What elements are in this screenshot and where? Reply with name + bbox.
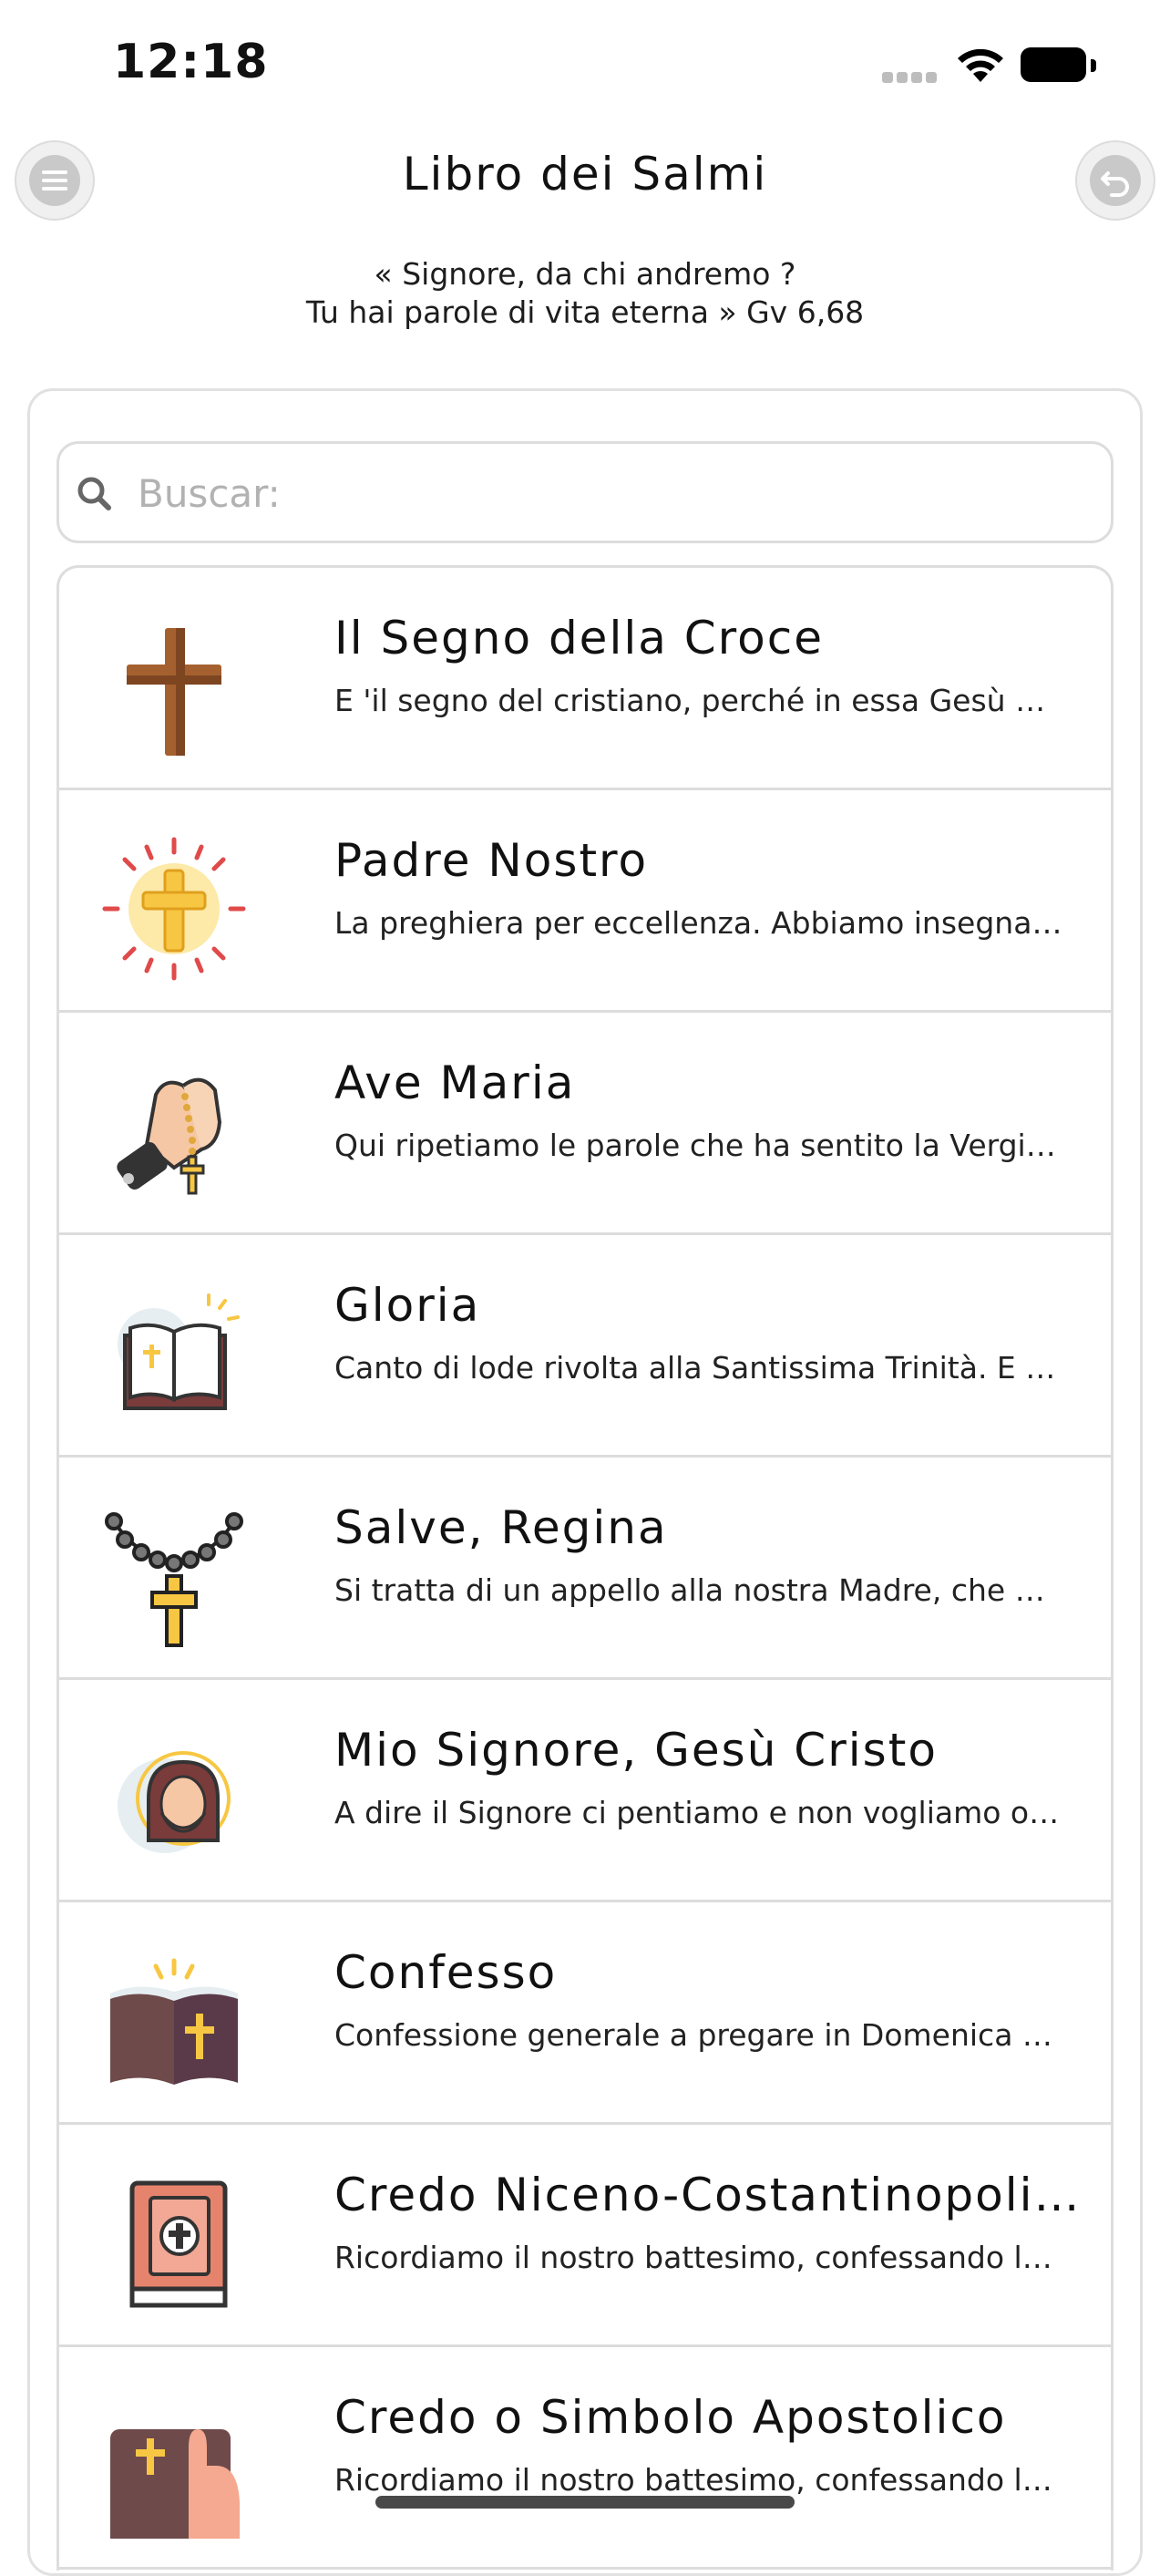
list-item-title: Credo o Simbolo Apostolico <box>334 2391 1007 2444</box>
quote-line-2: Tu hai parole di vita eterna » Gv 6,68 <box>305 294 865 330</box>
list-item-title: Gloria <box>334 1279 481 1332</box>
list-item-title: Confesso <box>334 1946 558 1999</box>
list-item-subtitle: Ricordiamo il nostro battesimo, confessa… <box>334 2462 1063 2498</box>
list-item-padre-nostro[interactable]: Padre Nostro La preghiera per eccellenza… <box>59 790 1111 1013</box>
wifi-icon <box>955 46 1006 86</box>
list-item-subtitle: Confessione generale a pregare in Domeni… <box>334 2017 1063 2053</box>
list-item-subtitle: Si tratta di un appello alla nostra Madr… <box>334 1572 1063 1608</box>
radiant-cross-icon <box>101 836 247 982</box>
search-bar[interactable] <box>56 441 1114 543</box>
list-item-subtitle: A dire il Signore ci pentiamo e non vogl… <box>334 1795 1063 1830</box>
list-item-salve-regina[interactable]: Salve, Regina Si tratta di un appello al… <box>59 1458 1111 1680</box>
list-item-subtitle: Canto di lode rivolta alla Santissima Tr… <box>334 1350 1063 1386</box>
status-time: 12:18 <box>113 35 269 89</box>
list-item-subtitle: Ricordiamo il nostro battesimo, confessa… <box>334 2240 1063 2275</box>
list-item-title: Credo Niceno-Costantinopolitano <box>334 2169 1082 2221</box>
list-item-title: Padre Nostro <box>334 834 649 887</box>
quote-line-1: « Signore, da chi andremo ? <box>374 256 796 292</box>
list-item-mio-signore[interactable]: Mio Signore, Gesù Cristo A dire il Signo… <box>59 1680 1111 1902</box>
search-icon <box>77 477 111 510</box>
praying-hands-rosary-icon <box>101 1058 247 1204</box>
list-item-title: Ave Maria <box>334 1056 576 1109</box>
list-item-subtitle: E 'il segno del cristiano, perché in ess… <box>334 683 1063 718</box>
jesus-halo-icon <box>101 1726 247 1871</box>
list-item-subtitle: Qui ripetiamo le parole che ha sentito l… <box>334 1128 1063 1163</box>
list-item-title: Mio Signore, Gesù Cristo <box>334 1724 938 1777</box>
cellular-signal-icon <box>882 69 940 83</box>
search-input[interactable] <box>136 460 1087 526</box>
list-item-subtitle: La preghiera per eccellenza. Abbiamo ins… <box>334 905 1063 941</box>
status-bar: 12:18 <box>0 0 1170 128</box>
prayer-list: Il Segno della Croce E 'il segno del cri… <box>56 565 1114 2571</box>
hand-on-bible-icon <box>101 2393 247 2557</box>
undo-arrow-icon <box>1090 155 1141 206</box>
list-item-title: Il Segno della Croce <box>334 612 824 665</box>
rosary-icon <box>101 1503 247 1649</box>
list-item-confesso[interactable]: Confesso Confessione generale a pregare … <box>59 1902 1111 2125</box>
list-item-gloria[interactable]: Gloria Canto di lode rivolta alla Santis… <box>59 1235 1111 1458</box>
list-item-title: Salve, Regina <box>334 1501 668 1554</box>
list-item-credo-niceno[interactable]: Credo Niceno-Costantinopolitano Ricordia… <box>59 2125 1111 2347</box>
list-item-ave-maria[interactable]: Ave Maria Qui ripetiamo le parole che ha… <box>59 1013 1111 1235</box>
holy-book-icon <box>101 1948 247 2094</box>
back-button[interactable] <box>1075 140 1155 221</box>
page-title: Libro dei Salmi <box>402 148 768 201</box>
wooden-cross-icon <box>101 613 247 759</box>
bible-cross-cover-icon <box>101 2170 247 2316</box>
bible-quote: « Signore, da chi andremo ? Tu hai parol… <box>0 255 1170 332</box>
list-item-segno-croce[interactable]: Il Segno della Croce E 'il segno del cri… <box>59 568 1111 790</box>
battery-icon <box>1021 47 1096 82</box>
list-item-credo-apostolico[interactable]: Credo o Simbolo Apostolico Ricordiamo il… <box>59 2347 1111 2570</box>
home-indicator[interactable] <box>375 2496 795 2509</box>
open-bible-icon <box>101 1281 247 1427</box>
